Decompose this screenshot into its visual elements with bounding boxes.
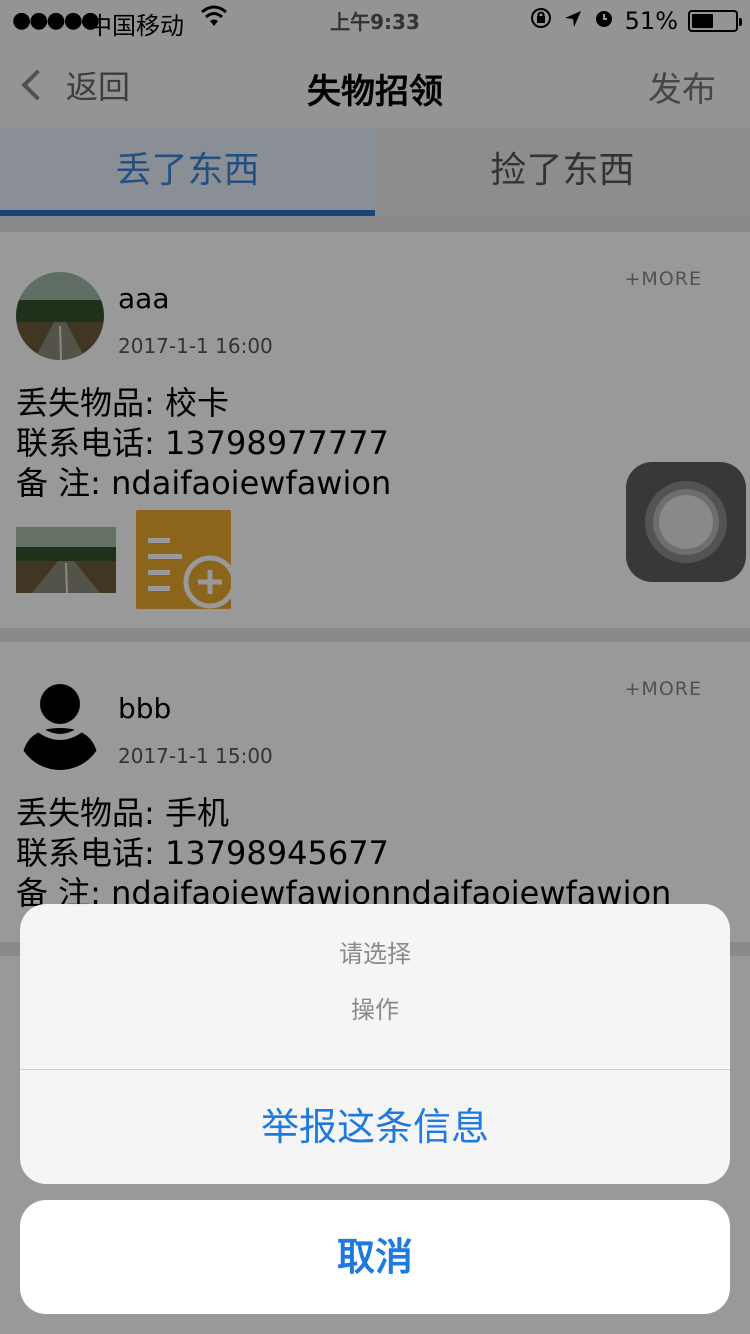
cancel-button[interactable]: 取消 xyxy=(20,1200,730,1314)
action-sheet-message: 操作 xyxy=(351,996,399,1024)
report-button[interactable]: 举报这条信息 xyxy=(20,1070,730,1184)
action-sheet-title: 请选择 xyxy=(339,940,411,968)
action-sheet: 请选择 操作 举报这条信息 xyxy=(20,904,730,1184)
